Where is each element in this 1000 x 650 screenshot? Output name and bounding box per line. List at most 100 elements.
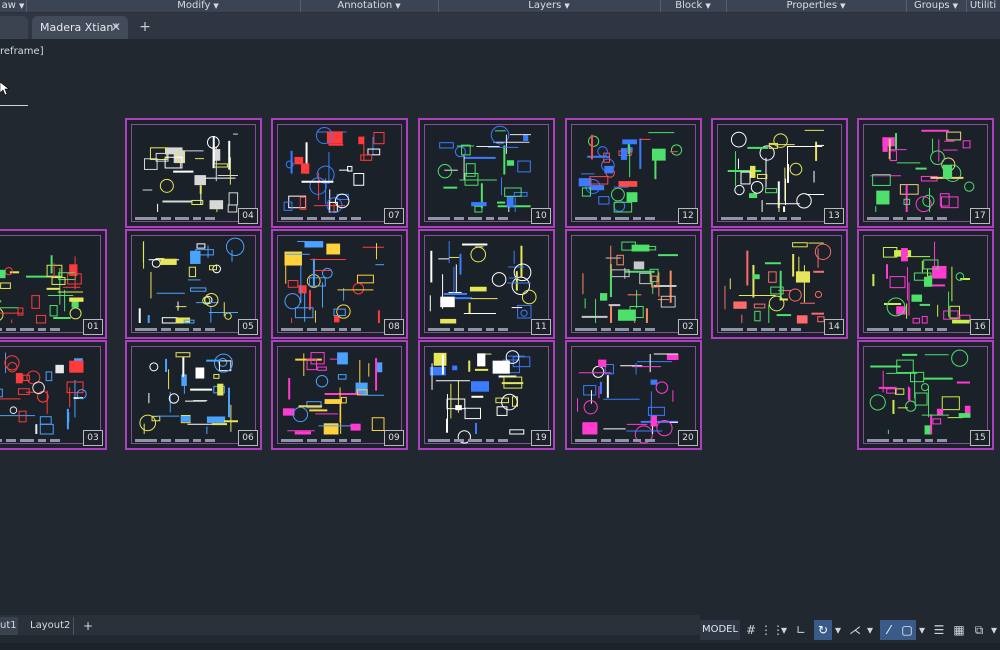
- drawing-rect: [356, 274, 374, 284]
- drawing-rect: [317, 366, 327, 371]
- drawing-rect: [952, 319, 970, 324]
- selection-cycling-icon[interactable]: ⧉: [970, 620, 988, 640]
- osnap-icon[interactable]: ▢: [898, 620, 916, 640]
- drawing-circle: [796, 193, 812, 209]
- drawing-rect: [756, 173, 768, 180]
- drawing-rect: [796, 315, 808, 324]
- sheet-title-block: [867, 328, 968, 333]
- drawing-sheet-10[interactable]: 10: [418, 118, 555, 228]
- polar-icon[interactable]: ↻: [814, 620, 832, 640]
- drawing-circle: [159, 178, 174, 193]
- isodraft-dropdown-icon[interactable]: ▾: [864, 620, 876, 640]
- sheet-title-block: [575, 328, 676, 333]
- drawing-rect: [452, 365, 458, 371]
- drawing-rect: [765, 188, 778, 194]
- drawing-rect: [469, 286, 487, 292]
- osnap-dropdown-icon[interactable]: ▾: [916, 620, 928, 640]
- drawing-rect: [477, 353, 486, 367]
- drawing-sheet-12[interactable]: 12: [565, 118, 702, 228]
- drawing-rect: [358, 136, 364, 145]
- drawing-circle: [4, 267, 13, 276]
- drawing-rect: [324, 399, 342, 404]
- drawing-rect: [160, 258, 177, 265]
- drawing-circle: [352, 282, 365, 295]
- drawing-rect: [506, 195, 514, 208]
- drawing-circle: [789, 162, 803, 176]
- model-space-button[interactable]: MODEL: [700, 620, 740, 640]
- drawing-circle: [321, 267, 333, 279]
- tab-layout2[interactable]: Layout2: [22, 617, 74, 635]
- drawing-circle: [930, 150, 945, 166]
- isodraft-icon[interactable]: ⋌: [846, 620, 864, 640]
- drawing-rect: [69, 297, 84, 302]
- drawing-rect: [622, 139, 637, 145]
- drawing-circle: [0, 308, 4, 321]
- object-track-icon[interactable]: ⁄: [880, 620, 898, 640]
- lineweight-icon[interactable]: ☰: [930, 620, 948, 640]
- more-dropdown-icon[interactable]: ▾: [988, 620, 1000, 640]
- ortho-icon[interactable]: ∟: [792, 620, 810, 640]
- drawing-sheet-05[interactable]: 05: [125, 229, 262, 339]
- drawing-rect: [337, 374, 347, 380]
- sheet-number: 09: [384, 430, 404, 446]
- drawing-sheet-08[interactable]: 08: [271, 229, 408, 339]
- drawing-rect: [633, 261, 645, 270]
- drawing-rect: [306, 358, 318, 371]
- drawing-rect: [440, 296, 455, 308]
- drawing-sheet-17[interactable]: 17: [857, 118, 994, 228]
- drawing-rect: [583, 385, 597, 396]
- sheet-title-block: [135, 217, 236, 222]
- drawing-sheet-11[interactable]: 11: [418, 229, 555, 339]
- drawing-canvas[interactable]: 01 02 03 04 05 06 07 08 09 10 11 12 13 14 15 16 17 19 20: [0, 0, 1000, 650]
- tab-layout1[interactable]: ut1: [0, 617, 18, 635]
- drawing-sheet-16[interactable]: 16: [857, 229, 994, 339]
- drawing-circle: [920, 383, 929, 392]
- drawing-sheet-01[interactable]: 01: [0, 229, 107, 339]
- drawing-rect: [616, 254, 624, 266]
- snap-dropdown-icon[interactable]: ▾: [778, 620, 790, 640]
- drawing-circle: [955, 272, 965, 281]
- drawing-rect: [461, 144, 471, 156]
- drawing-rect: [631, 244, 650, 252]
- drawing-sheet-15[interactable]: 15: [857, 340, 994, 450]
- drawing-sheet-20[interactable]: 20: [565, 340, 702, 450]
- drawing-rect: [283, 201, 293, 211]
- drawing-sheet-06[interactable]: 06: [125, 340, 262, 450]
- drawing-sheet-03[interactable]: 03: [0, 340, 107, 450]
- drawing-sheet-19[interactable]: 19: [418, 340, 555, 450]
- drawing-rect: [598, 359, 607, 368]
- drawing-rect: [492, 360, 510, 374]
- drawing-rect: [22, 374, 30, 381]
- drawing-rect: [0, 388, 3, 398]
- snap-icon[interactable]: ⋮⋮: [760, 620, 784, 640]
- sheet-number: 01: [83, 319, 103, 335]
- drawing-sheet-14[interactable]: 14: [711, 229, 848, 339]
- drawing-rect: [660, 295, 676, 308]
- drawing-rect: [212, 163, 228, 168]
- drawing-circle: [768, 295, 785, 312]
- drawing-rect: [143, 158, 158, 170]
- sheet-number: 14: [824, 319, 844, 335]
- grid-icon[interactable]: #: [742, 620, 760, 640]
- drawing-rect: [190, 287, 207, 292]
- transparency-icon[interactable]: ▦: [950, 620, 968, 640]
- drawing-sheet-09[interactable]: 09: [271, 340, 408, 450]
- drawing-circle: [336, 304, 351, 319]
- drawing-rect: [196, 243, 206, 249]
- drawing-circle: [501, 393, 518, 411]
- sheet-number: 11: [531, 319, 551, 335]
- drawing-sheet-07[interactable]: 07: [271, 118, 408, 228]
- drawing-rect: [31, 295, 40, 309]
- drawing-rect: [294, 431, 312, 435]
- polar-dropdown-icon[interactable]: ▾: [832, 620, 844, 640]
- drawing-circle: [224, 312, 232, 320]
- drawing-sheet-04[interactable]: 04: [125, 118, 262, 228]
- drawing-sheet-13[interactable]: 13: [711, 118, 848, 228]
- drawing-sheet-02[interactable]: 02: [565, 229, 702, 339]
- drawing-rect: [323, 423, 339, 435]
- add-layout-button[interactable]: +: [80, 617, 96, 635]
- drawing-rect: [598, 196, 610, 205]
- drawing-rect: [900, 248, 908, 262]
- drawing-rect: [227, 204, 238, 213]
- sheet-title-block: [867, 217, 968, 222]
